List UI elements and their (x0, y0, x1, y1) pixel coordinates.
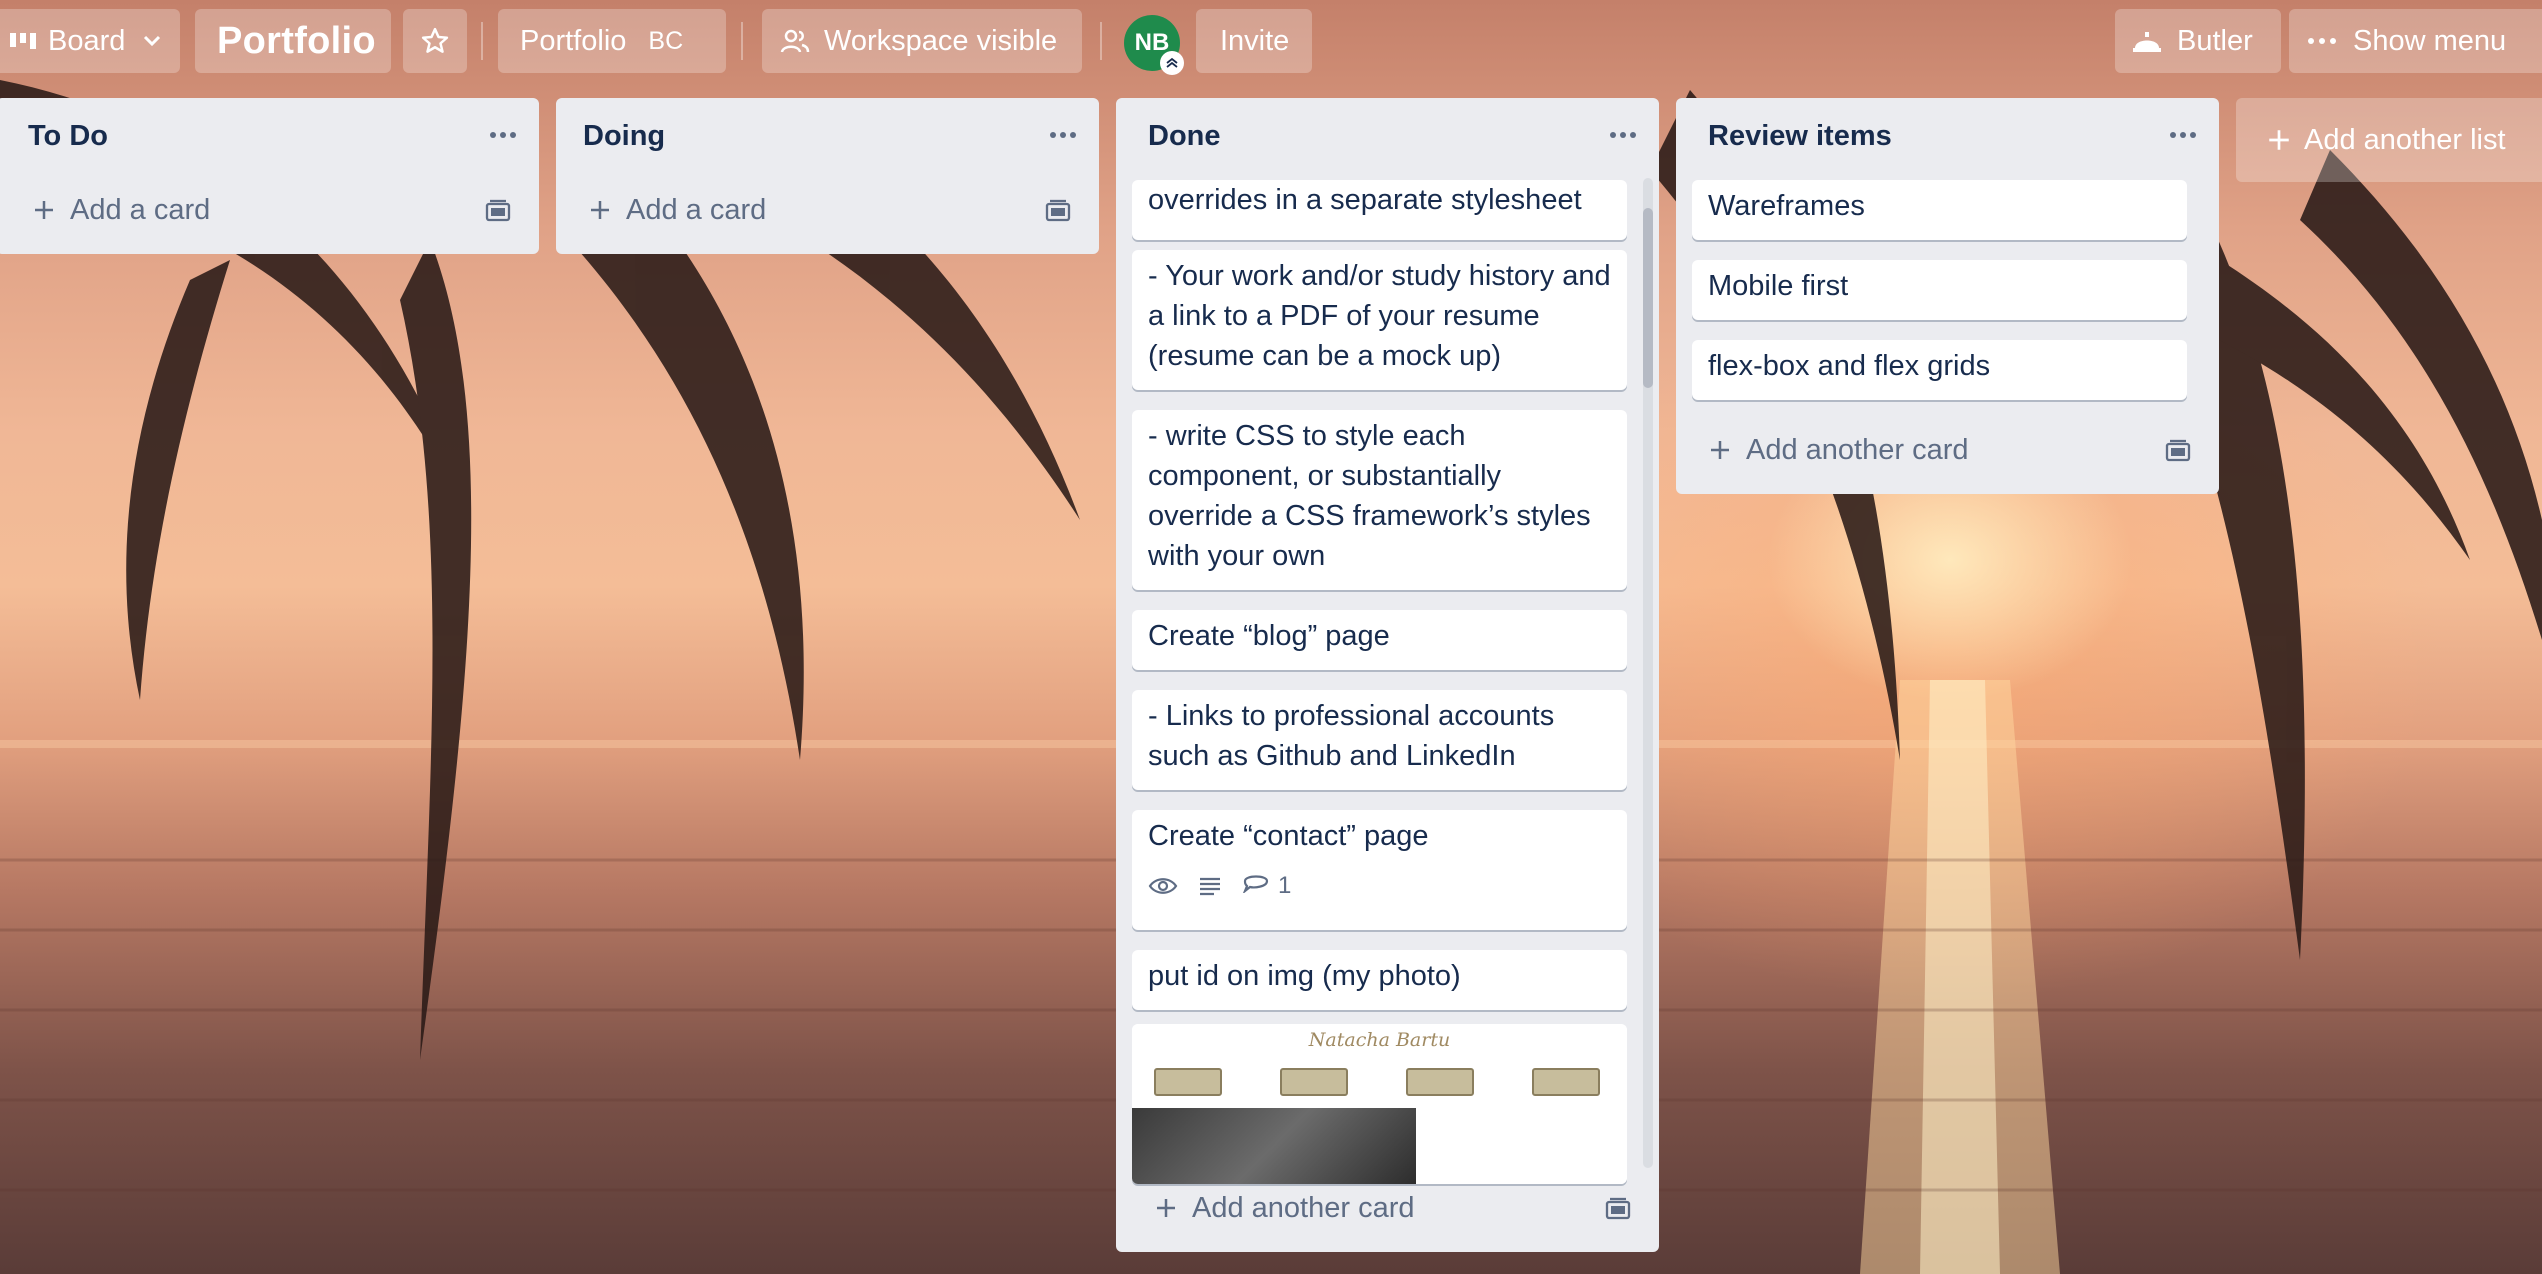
add-card-button[interactable]: Add a card (556, 180, 1099, 240)
card-title: Create “blog” page (1148, 620, 1390, 652)
card-title: Create “contact” page (1148, 820, 1429, 852)
list-title[interactable]: Done (1148, 120, 1221, 153)
card[interactable]: Create “blog” page (1132, 610, 1627, 670)
add-list-button[interactable]: Add another list (2236, 98, 2542, 182)
card-template-icon[interactable] (1605, 1196, 1631, 1229)
list-menu-button[interactable] (2169, 126, 2197, 144)
card[interactable]: Create “contact” page 1 (1132, 810, 1627, 930)
avatar[interactable]: NB (1124, 15, 1184, 75)
card-template-icon[interactable] (485, 198, 511, 231)
people-icon (780, 28, 810, 54)
header-divider (741, 22, 743, 60)
card-template-icon[interactable] (1045, 198, 1071, 231)
add-card-label: Add another card (1192, 1191, 1415, 1224)
plus-icon (1708, 438, 1732, 462)
list-done: Done overrides in a separate stylesheet … (1116, 98, 1659, 1252)
watching-eye-icon (1148, 876, 1178, 896)
more-horizontal-icon (1049, 126, 1077, 143)
card[interactable]: - Links to professional accounts such as… (1132, 690, 1627, 790)
card-title: - Links to professional accounts such as… (1148, 700, 1555, 772)
list-title[interactable]: Doing (583, 120, 665, 153)
card-title: put id on img (my photo) (1148, 960, 1461, 992)
card-title: Mobile first (1708, 270, 1849, 302)
list-header: Review items (1676, 98, 2219, 180)
card[interactable]: flex-box and flex grids (1692, 340, 2187, 400)
cover-preview-name: Natacha Bartu (1308, 1029, 1451, 1051)
more-horizontal-icon (489, 126, 517, 143)
description-icon (1198, 876, 1222, 896)
list-header: To Do (0, 98, 539, 180)
card[interactable]: - Your work and/or study history and a l… (1132, 250, 1627, 390)
workspace-name: Portfolio (520, 24, 627, 57)
list-header: Done (1116, 98, 1659, 180)
list-scrollbar-thumb[interactable] (1643, 208, 1653, 388)
add-card-label: Add another card (1746, 433, 1969, 466)
admin-chevron-icon (1160, 51, 1184, 75)
list-menu-button[interactable] (1049, 126, 1077, 144)
workspace-badge: BC (648, 26, 684, 55)
card-template-icon[interactable] (2165, 438, 2191, 471)
card-badges: 1 (1148, 866, 1611, 906)
add-card-label: Add a card (70, 193, 211, 226)
list-doing: Doing Add a card (556, 98, 1099, 254)
comment-icon (1242, 866, 1270, 906)
butler-button[interactable]: Butler (2115, 9, 2281, 73)
add-card-button[interactable]: Add another card (1676, 420, 2219, 480)
card-with-cover[interactable]: Natacha Bartu (1132, 1024, 1627, 1184)
cover-preview-nav (1154, 1068, 1604, 1096)
invite-button[interactable]: Invite (1196, 9, 1312, 73)
butler-label: Butler (2177, 24, 2253, 57)
comment-badge: 1 (1242, 866, 1291, 906)
card-cover-image: Natacha Bartu (1132, 1024, 1627, 1184)
chevron-down-icon (143, 35, 161, 47)
list-scrollbar[interactable] (1643, 178, 1653, 1168)
card-title: Wareframes (1708, 190, 1865, 222)
board-title[interactable]: Portfolio (195, 9, 391, 73)
board-view-label: Board (48, 24, 126, 57)
show-menu-label: Show menu (2353, 24, 2507, 57)
card-title: - write CSS to style each component, or … (1148, 420, 1591, 572)
list-review-items: Review items Wareframes Mobile first fle… (1676, 98, 2219, 494)
list-header: Doing (556, 98, 1099, 180)
more-horizontal-icon (2307, 37, 2337, 45)
list-menu-button[interactable] (489, 126, 517, 144)
list-todo: To Do Add a card (0, 98, 539, 254)
plus-icon (588, 198, 612, 222)
list-title[interactable]: Review items (1708, 120, 1892, 153)
card[interactable]: overrides in a separate stylesheet (1132, 180, 1627, 240)
board-view-switcher[interactable]: Board (0, 9, 180, 73)
show-menu-button[interactable]: Show menu (2289, 9, 2542, 73)
comment-count: 1 (1278, 872, 1292, 899)
add-list-label: Add another list (2304, 123, 2506, 156)
header-divider (481, 22, 483, 60)
card[interactable]: put id on img (my photo) (1132, 950, 1627, 1010)
workspace-visibility-button[interactable]: Workspace visible (762, 9, 1082, 73)
board-header: Board Portfolio Portfolio BC Workspace v… (0, 0, 2542, 84)
plus-icon (32, 198, 56, 222)
list-menu-button[interactable] (1609, 126, 1637, 144)
card[interactable]: Wareframes (1692, 180, 2187, 240)
card-title: - Your work and/or study history and a l… (1148, 260, 1611, 372)
add-card-label: Add a card (626, 193, 767, 226)
more-horizontal-icon (1609, 126, 1637, 143)
card[interactable]: Mobile first (1692, 260, 2187, 320)
plus-icon (2266, 127, 2292, 153)
workspace-button[interactable]: Portfolio BC (498, 9, 726, 73)
add-card-button[interactable]: Add another card (1116, 1178, 1659, 1238)
card[interactable]: - write CSS to style each component, or … (1132, 410, 1627, 590)
star-icon (420, 26, 450, 56)
card-title: flex-box and flex grids (1708, 350, 1991, 382)
plus-icon (1154, 1196, 1178, 1220)
invite-label: Invite (1220, 24, 1290, 57)
more-horizontal-icon (2169, 126, 2197, 143)
star-board-button[interactable] (403, 9, 467, 73)
board-view-icon (10, 31, 38, 51)
card-title: overrides in a separate stylesheet (1148, 184, 1582, 216)
butler-bell-icon (2131, 28, 2163, 54)
workspace-visibility-label: Workspace visible (824, 24, 1058, 57)
list-title[interactable]: To Do (28, 120, 108, 153)
add-card-button[interactable]: Add a card (0, 180, 539, 240)
header-divider (1100, 22, 1102, 60)
cover-preview-photo (1132, 1108, 1416, 1184)
